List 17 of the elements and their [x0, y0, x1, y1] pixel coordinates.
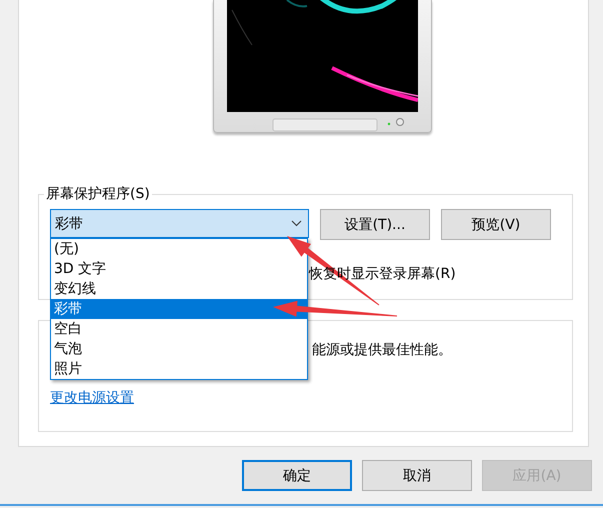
preview-button[interactable]: 预览(V)	[441, 209, 551, 240]
list-item[interactable]: 3D 文字	[51, 259, 110, 279]
cancel-button[interactable]: 取消	[362, 460, 472, 491]
description-text: 能源或提供最佳性能。	[312, 341, 452, 359]
list-item[interactable]: 空白	[51, 319, 85, 339]
list-item[interactable]: 彩带	[51, 299, 307, 319]
list-item[interactable]: 照片	[51, 359, 85, 379]
settings-button[interactable]: 设置(T)...	[320, 209, 430, 240]
power-settings-link[interactable]: 更改电源设置	[50, 389, 134, 407]
dropdown-field[interactable]: 彩带	[50, 209, 309, 238]
group-title: 屏幕保护程序(S)	[45, 185, 151, 203]
list-item[interactable]: 气泡	[51, 339, 85, 359]
checkbox-label: 恢复时显示登录屏幕(R)	[309, 265, 456, 283]
ok-button[interactable]: 确定	[242, 460, 352, 491]
list-item[interactable]: 变幻线	[51, 279, 99, 299]
caret-icon	[291, 220, 302, 227]
list-item[interactable]: (无)	[51, 239, 82, 259]
